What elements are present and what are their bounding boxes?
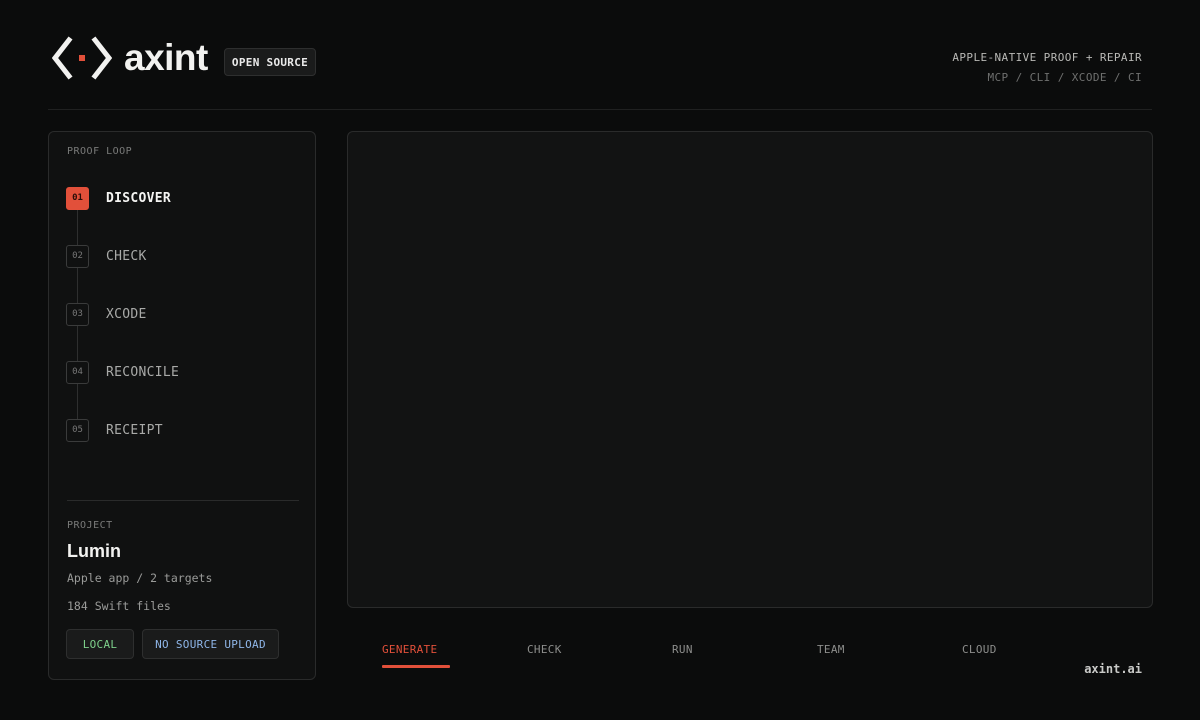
project-name: Lumin <box>67 541 121 561</box>
step-number: 05 <box>66 418 89 442</box>
step-number: 03 <box>66 302 89 326</box>
no-source-upload-chip: NO SOURCE UPLOAD <box>142 629 279 659</box>
main-content-panel <box>347 131 1153 608</box>
project-file-count: 184 Swift files <box>67 599 171 613</box>
step-number: 01 <box>66 186 89 210</box>
site-link[interactable]: axint.ai <box>1084 662 1142 676</box>
step-label: DISCOVER <box>106 190 172 206</box>
step-discover[interactable]: 01 DISCOVER <box>66 186 171 210</box>
header-tagline: APPLE-NATIVE PROOF + REPAIR MCP / CLI / … <box>952 51 1142 84</box>
app-root: axint OPEN SOURCE APPLE-NATIVE PROOF + R… <box>0 0 1200 720</box>
brand-name: axint <box>124 37 208 78</box>
local-chip: LOCAL <box>66 629 134 659</box>
step-reconcile[interactable]: 04 RECONCILE <box>66 360 179 384</box>
brand-logo[interactable]: axint <box>52 36 208 80</box>
step-number: 04 <box>66 360 89 384</box>
active-tab-indicator <box>382 665 450 668</box>
code-brackets-icon <box>52 36 112 80</box>
open-source-badge: OPEN SOURCE <box>224 48 316 76</box>
tagline-title: APPLE-NATIVE PROOF + REPAIR <box>952 51 1142 64</box>
tagline-channels: MCP / CLI / XCODE / CI <box>987 71 1142 84</box>
step-label: RECEIPT <box>106 422 163 438</box>
header-divider <box>48 109 1152 110</box>
sidebar-divider <box>67 500 299 501</box>
step-number: 02 <box>66 244 89 268</box>
tab-run[interactable]: RUN <box>672 643 693 656</box>
step-label: CHECK <box>106 248 147 264</box>
step-label: XCODE <box>106 306 147 322</box>
proof-loop-sidebar: PROOF LOOP 01 DISCOVER 02 CHECK 03 XCODE… <box>48 131 316 680</box>
tab-team[interactable]: TEAM <box>817 643 845 656</box>
project-label: PROJECT <box>67 520 113 531</box>
project-targets: Apple app / 2 targets <box>67 571 213 585</box>
step-receipt[interactable]: 05 RECEIPT <box>66 418 163 442</box>
proof-loop-label: PROOF LOOP <box>67 146 133 157</box>
step-check[interactable]: 02 CHECK <box>66 244 147 268</box>
step-xcode[interactable]: 03 XCODE <box>66 302 147 326</box>
step-label: RECONCILE <box>106 364 180 380</box>
tab-cloud[interactable]: CLOUD <box>962 643 997 656</box>
tab-check[interactable]: CHECK <box>527 643 562 656</box>
tab-generate[interactable]: GENERATE <box>382 643 437 656</box>
